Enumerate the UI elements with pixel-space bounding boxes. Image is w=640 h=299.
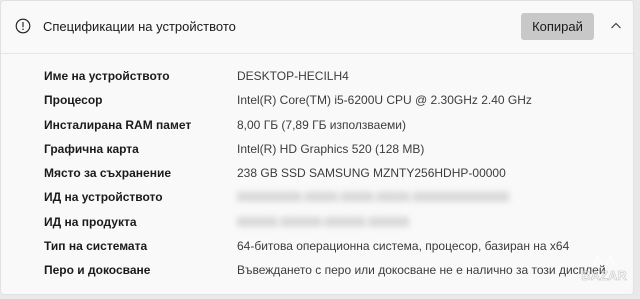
specifications-list: Име на устройството DESKTOP-HECILH4 Проц… [44,67,606,286]
spec-value[interactable]: Intel(R) Core(TM) i5-6200U CPU @ 2.30GHz… [237,93,532,107]
spec-row-graphics: Графична карта Intel(R) HD Graphics 520 … [44,140,604,164]
info-icon [15,18,31,34]
spec-label: Място за съхранение [44,166,172,181]
spec-row-storage: Място за съхранение 238 GB SSD SAMSUNG M… [44,164,604,188]
spec-value[interactable]: Intel(R) HD Graphics 520 (128 MB) [237,142,424,156]
spec-row-processor: Процесор Intel(R) Core(TM) i5-6200U CPU … [44,91,604,115]
spec-label: Тип на системата [44,239,148,254]
spec-label: ИД на устройството [44,190,163,205]
spec-value[interactable]: Въвеждането с перо или докосване не е на… [237,263,606,277]
spec-row-device-id: ИД на устройството XXXXXXXX-XXXX-XXXX-XX… [44,188,604,212]
spec-value[interactable]: DESKTOP-HECILH4 [237,69,349,83]
spec-value-redacted: XXXXX-XXXXX-XXXXX-XXXXX [237,214,410,229]
spec-label: Графична карта [44,141,139,156]
svg-text:BAZAR: BAZAR [581,268,627,283]
spec-row-device-name: Име на устройството DESKTOP-HECILH4 [44,67,604,91]
spec-value[interactable]: 238 GB SSD SAMSUNG MZNTY256HDHP-00000 [237,166,506,180]
section-title: Спецификации на устройството [43,19,236,34]
spec-row-ram: Инсталирана RAM памет 8,00 ГБ (7,89 ГБ и… [44,116,604,140]
spec-value[interactable]: 8,00 ГБ (7,89 ГБ използваеми) [237,118,406,132]
spec-value-redacted: XXXXXXXX-XXXX-XXXX-XXXX-XXXXXXXXXXXX [237,190,510,205]
spec-row-pen-touch: Перо и докосване Въвеждането с перо или … [44,261,606,285]
spec-label: ИД на продукта [44,214,137,229]
watermark-logo: BAZAR [581,253,628,283]
device-specifications-panel: Спецификации на устройството Копирай Име… [0,0,634,295]
spec-row-system-type: Тип на системата 64-битова операционна с… [44,237,604,261]
spec-label: Процесор [44,93,103,108]
chevron-up-icon[interactable] [609,19,623,33]
spec-label: Име на устройството [44,69,170,83]
spec-label: Инсталирана RAM памет [44,117,192,132]
spec-value[interactable]: 64-битова операционна система, процесор,… [237,239,569,253]
specifications-header[interactable]: Спецификации на устройството Копирай [1,1,633,54]
spec-label: Перо и докосване [44,263,151,278]
spec-row-product-id: ИД на продукта XXXXX-XXXXX-XXXXX-XXXXX [44,213,604,237]
copy-button[interactable]: Копирай [521,13,594,40]
